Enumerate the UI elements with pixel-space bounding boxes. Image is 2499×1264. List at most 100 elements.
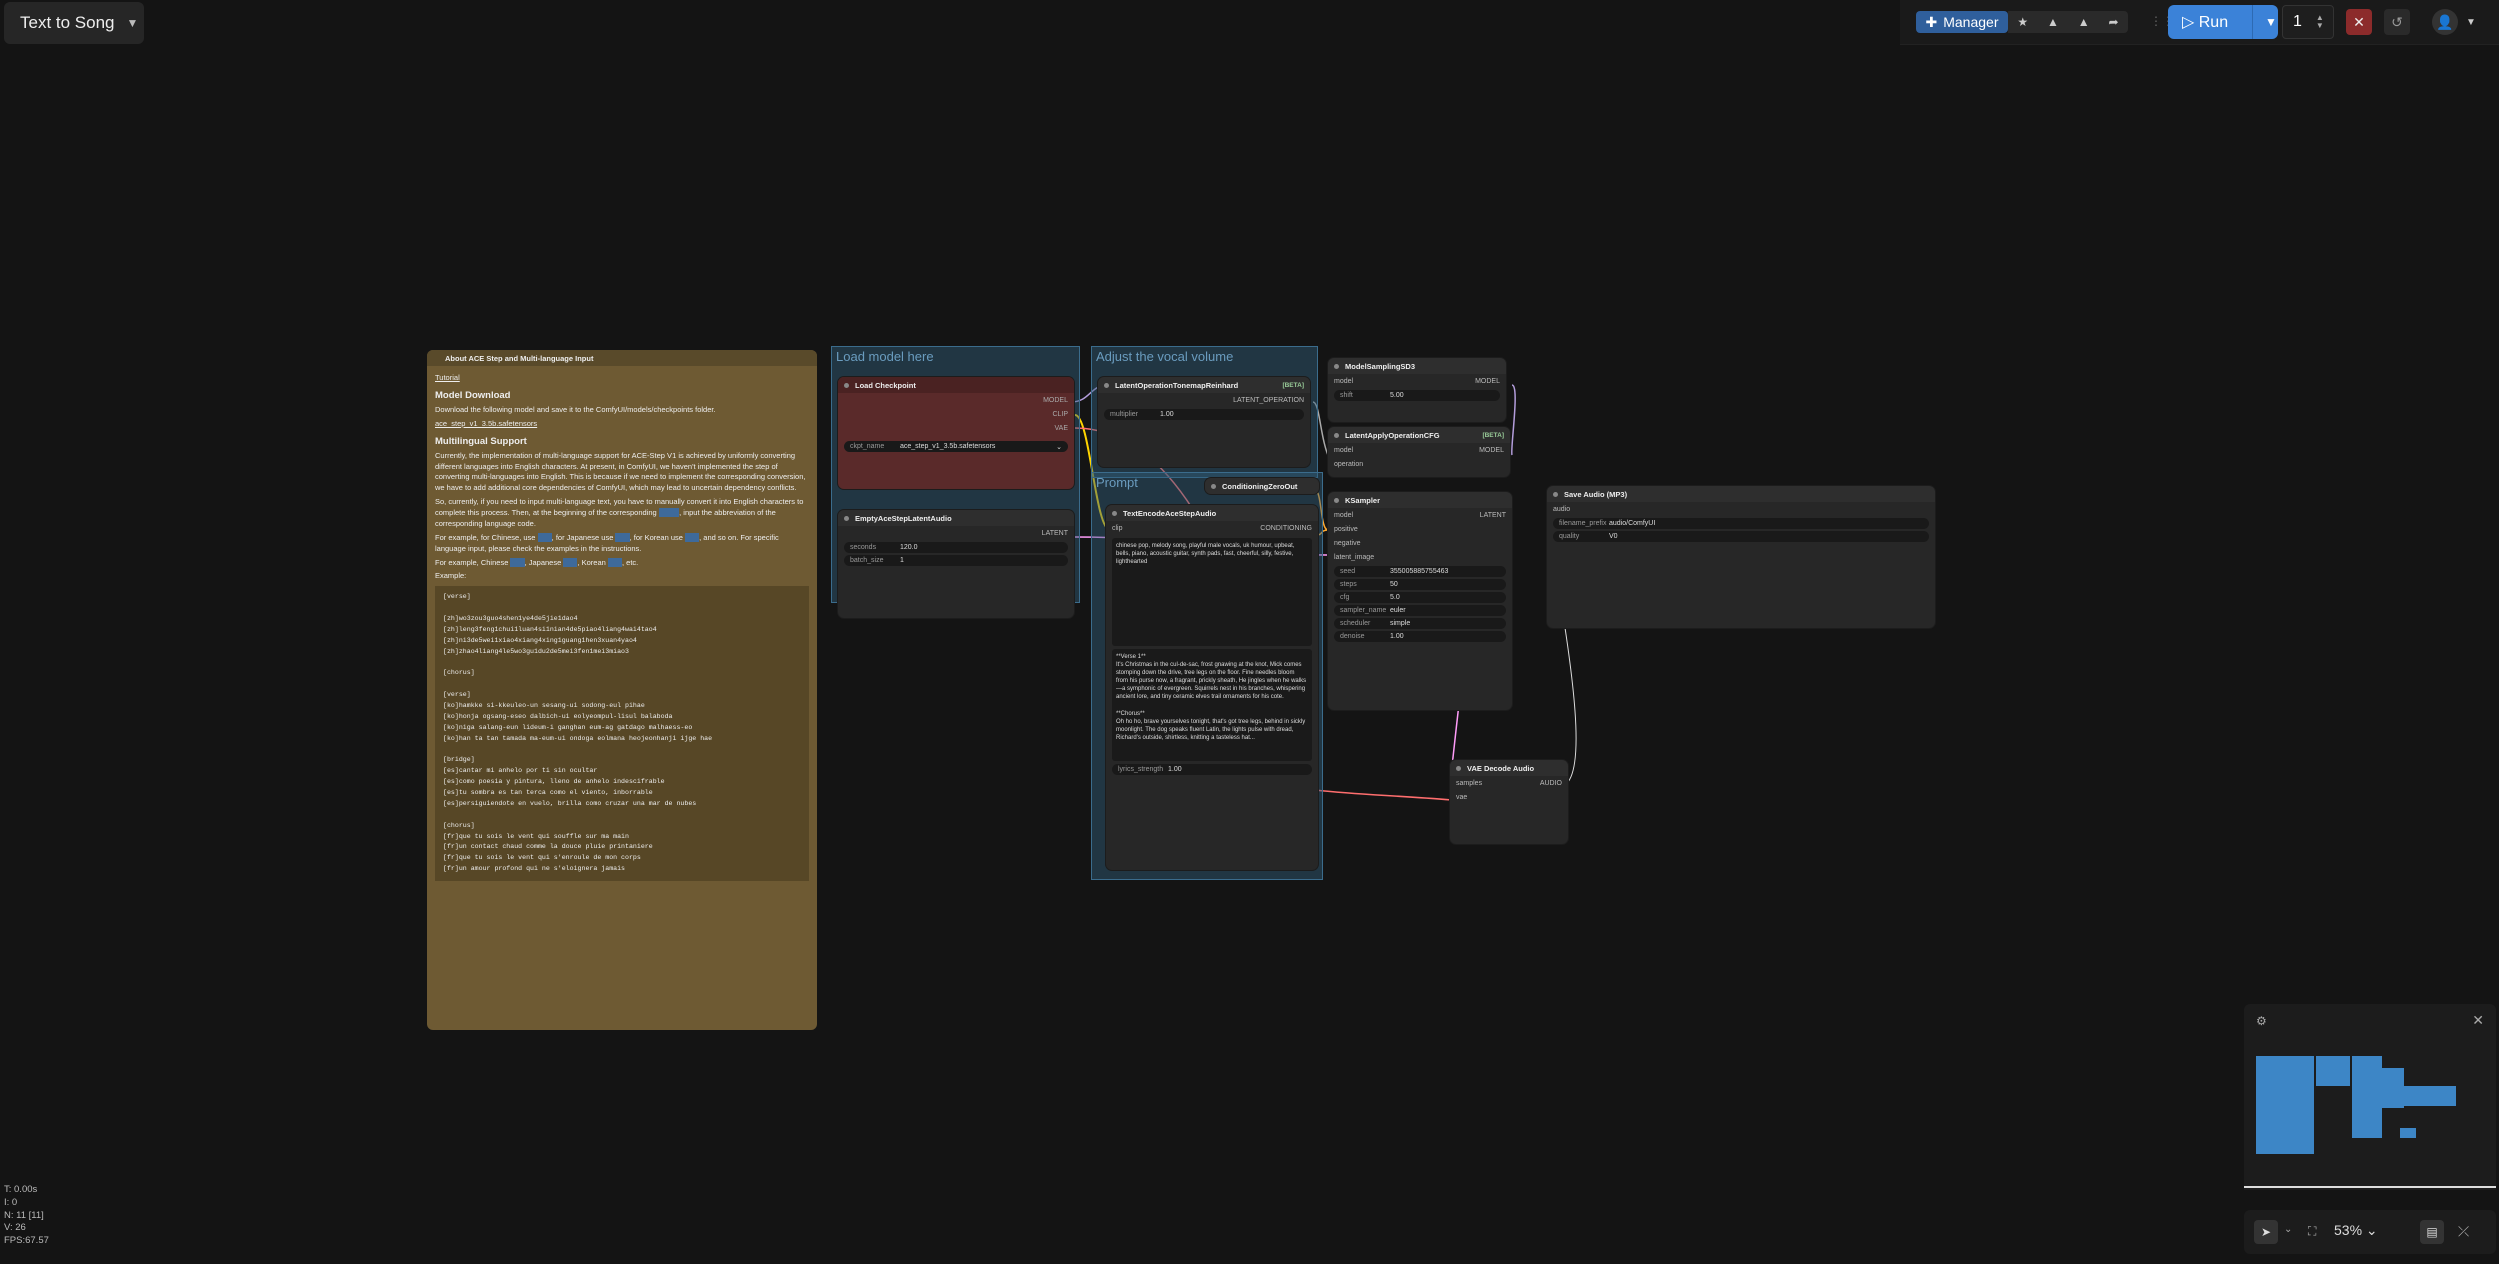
note-node[interactable]: About ACE Step and Multi-language Input …	[427, 350, 817, 1030]
minimap-viewport[interactable]	[2244, 1186, 2496, 1188]
paragraph-part: , Korean	[577, 557, 606, 567]
paragraph-part: For example, for Chinese, use	[435, 532, 536, 542]
seed-input[interactable]: seed 355005885755463	[1334, 566, 1506, 577]
download-text: Download the following model and save it…	[435, 404, 716, 414]
link-visibility-icon[interactable]: ⤫	[2458, 1223, 2469, 1240]
output-model[interactable]: MODEL	[1475, 378, 1500, 385]
input-model[interactable]: model	[1334, 378, 1353, 385]
node-vae-decode-audio[interactable]: VAE Decode Audio samples AUDIO vae	[1450, 760, 1568, 844]
collapse-dot[interactable]	[1334, 497, 1339, 503]
beta-badge: [BETA]	[1282, 381, 1304, 389]
minimap-note	[2256, 1056, 2314, 1154]
collapse-dot[interactable]	[844, 515, 849, 521]
heading-model-download: Model Download	[435, 389, 511, 401]
collapse-dot[interactable]	[844, 382, 849, 388]
output-latent[interactable]: LATENT	[1042, 530, 1068, 537]
input-samples[interactable]: samples	[1456, 780, 1482, 787]
code-highlight	[537, 532, 552, 542]
fit-view-icon[interactable]: ⛶	[2308, 1224, 2316, 1239]
collapse-dot[interactable]	[1112, 510, 1117, 516]
node-latent-apply-cfg[interactable]: LatentApplyOperationCFG [BETA] model MODEL…	[1328, 427, 1510, 477]
node-latent-tonemap[interactable]: LatentOperationTonemapReinhard [BETA] LAT…	[1098, 377, 1310, 467]
model-link[interactable]: ace_step_v1_3.5b.safetensors	[435, 419, 537, 428]
output-latent-operation[interactable]: LATENT_OPERATION	[1233, 397, 1304, 404]
output-conditioning[interactable]: CONDITIONING	[1260, 525, 1312, 532]
collapse-dot[interactable]	[1104, 382, 1109, 388]
node-ksampler[interactable]: KSampler model LATENT positive negative l…	[1328, 492, 1512, 710]
input-negative[interactable]: negative	[1334, 540, 1360, 547]
widget-label: steps	[1340, 581, 1357, 588]
zoom-control[interactable]: 53% ⌄	[2334, 1222, 2378, 1239]
multiplier-input[interactable]: multiplier 1.00	[1104, 409, 1304, 420]
input-vae[interactable]: vae	[1456, 794, 1467, 801]
sampler-name-select[interactable]: sampler_name euler	[1334, 605, 1506, 616]
denoise-input[interactable]: denoise 1.00	[1334, 631, 1506, 642]
input-clip[interactable]: clip	[1112, 525, 1123, 532]
widget-value: 1.00	[1390, 633, 1404, 640]
lyrics-strength-input[interactable]: lyrics_strength 1.00	[1112, 764, 1312, 775]
stat-v: V: 26	[4, 1222, 26, 1234]
batch-size-input[interactable]: batch_size 1	[844, 555, 1068, 566]
scheduler-select[interactable]: scheduler simple	[1334, 618, 1506, 629]
widget-label: filename_prefix	[1559, 520, 1607, 527]
seconds-input[interactable]: seconds 120.0	[844, 542, 1068, 553]
node-conditioning-zero-out[interactable]: ConditioningZeroOut	[1205, 478, 1319, 494]
minimap-panel[interactable]: ⚙ ✕	[2244, 1004, 2496, 1190]
node-title: EmptyAceStepLatentAudio	[855, 513, 952, 523]
chevron-down-icon[interactable]: ⌄	[2284, 1224, 2292, 1235]
output-audio[interactable]: AUDIO	[1540, 780, 1562, 787]
output-latent[interactable]: LATENT	[1480, 512, 1506, 519]
settings-icon[interactable]: ⚙	[2256, 1014, 2267, 1028]
node-title: ConditioningZeroOut	[1222, 481, 1298, 491]
cfg-input[interactable]: cfg 5.0	[1334, 592, 1506, 603]
widget-label: cfg	[1340, 594, 1350, 601]
collapse-dot[interactable]	[1456, 765, 1461, 771]
collapse-dot[interactable]	[1211, 483, 1216, 489]
collapse-dot[interactable]	[1334, 432, 1339, 438]
widget-label: shift	[1340, 392, 1353, 399]
widget-label: lyrics_strength	[1118, 766, 1164, 773]
input-latent-image[interactable]: latent_image	[1334, 554, 1374, 561]
output-clip[interactable]: CLIP	[1052, 411, 1068, 418]
node-empty-latent-audio[interactable]: EmptyAceStepLatentAudio LATENT seconds 12…	[838, 510, 1074, 618]
group-title: Adjust the vocal volume	[1096, 349, 1234, 364]
node-model-sampling-sd3[interactable]: ModelSamplingSD3 model MODEL shift 5.00	[1328, 358, 1506, 422]
filename-prefix-input[interactable]: filename_prefix audio/ComfyUI	[1553, 518, 1929, 529]
node-title: TextEncodeAceStepAudio	[1123, 508, 1217, 518]
input-model[interactable]: model	[1334, 447, 1353, 454]
heading-multilingual: Multilingual Support	[435, 435, 527, 447]
widget-value: ace_step_v1_3.5b.safetensors	[900, 443, 996, 450]
widget-label: seconds	[850, 544, 877, 551]
stat-time: T: 0.00s	[4, 1184, 38, 1195]
steps-input[interactable]: steps 50	[1334, 579, 1506, 590]
output-model[interactable]: MODEL	[1479, 447, 1504, 454]
minimap-toggle-icon[interactable]: ▤	[2420, 1220, 2444, 1244]
paragraph-part: , for Japanese use	[551, 532, 614, 542]
paragraph-part: For example, Chinese	[435, 557, 509, 567]
input-operation[interactable]: operation	[1334, 461, 1363, 468]
input-audio[interactable]: audio	[1553, 506, 1570, 513]
output-vae[interactable]: VAE	[1055, 425, 1069, 432]
lyrics-textarea[interactable]: **Verse 1** It's Christmas in the cul-de…	[1112, 649, 1312, 761]
close-icon[interactable]: ✕	[2472, 1012, 2484, 1029]
widget-label: denoise	[1340, 633, 1365, 640]
widget-label: seed	[1340, 568, 1356, 575]
output-model[interactable]: MODEL	[1043, 397, 1068, 404]
quality-select[interactable]: quality V0	[1553, 531, 1929, 542]
widget-value: 355005885755463	[1390, 568, 1449, 575]
node-save-audio[interactable]: Save Audio (MP3) audio filename_prefix au…	[1547, 486, 1935, 628]
tags-textarea[interactable]: chinese pop, melody song, playful male v…	[1112, 538, 1312, 646]
collapse-dot[interactable]	[1553, 491, 1558, 497]
node-load-checkpoint[interactable]: Load Checkpoint MODEL CLIP VAE ckpt_name…	[838, 377, 1074, 489]
node-title: Save Audio (MP3)	[1564, 489, 1628, 499]
select-mode-icon[interactable]: ➤	[2254, 1220, 2278, 1244]
tutorial-link[interactable]: Tutorial	[435, 373, 460, 382]
widget-value: 5.0	[1390, 594, 1400, 601]
node-text-encode[interactable]: TextEncodeAceStepAudio clip CONDITIONING …	[1106, 505, 1318, 870]
input-model[interactable]: model	[1334, 512, 1353, 519]
collapse-dot[interactable]	[1334, 363, 1339, 369]
shift-input[interactable]: shift 5.00	[1334, 390, 1500, 401]
input-positive[interactable]: positive	[1334, 526, 1358, 533]
node-title: KSampler	[1345, 495, 1381, 505]
ckpt-name-select[interactable]: ckpt_name ace_step_v1_3.5b.safetensors ⌄	[844, 441, 1068, 452]
